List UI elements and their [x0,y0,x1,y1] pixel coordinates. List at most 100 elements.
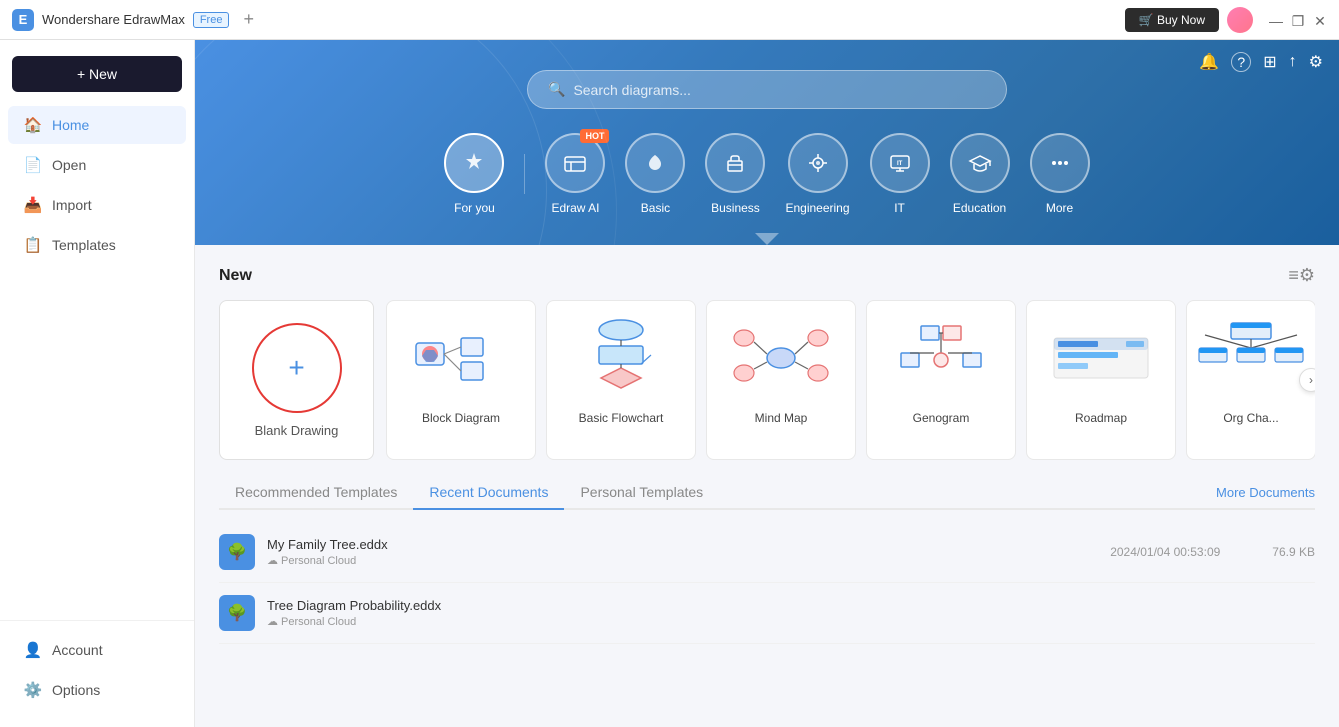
share-icon[interactable]: ↑ [1289,53,1297,71]
category-row: For you HOT Edraw AI [235,133,1299,215]
doc-location-family-tree: ☁ Personal Cloud [267,554,1098,567]
cloud-icon-2: ☁ [267,615,278,628]
block-diagram-label: Block Diagram [422,411,500,425]
title-bar: E Wondershare EdrawMax Free + 🛒 Buy Now … [0,0,1339,40]
template-card-mind-map[interactable]: Mind Map [706,300,856,460]
genogram-label: Genogram [913,411,970,425]
more-documents-link[interactable]: More Documents [1216,485,1315,500]
doc-name-tree-diagram: Tree Diagram Probability.eddx [267,598,1315,613]
help-icon[interactable]: ? [1231,52,1251,72]
category-edraw-ai[interactable]: HOT Edraw AI [545,133,605,215]
hero-banner: 🔔 ? ⊞ ↑ ⚙ 🔍 For you [195,40,1339,245]
category-for-you[interactable]: For you [444,133,504,215]
education-circle [950,133,1010,193]
tabs-row: Recommended Templates Recent Documents P… [219,476,1315,510]
sidebar: + New 🏠 Home 📄 Open 📥 Import 📋 Templates… [0,40,195,727]
it-circle: IT [870,133,930,193]
new-section-header: New ≡⚙ [219,265,1315,286]
tab-recommended[interactable]: Recommended Templates [219,476,413,508]
doc-item-tree-diagram[interactable]: 🌳 Tree Diagram Probability.eddx ☁ Person… [219,583,1315,644]
doc-list: 🌳 My Family Tree.eddx ☁ Personal Cloud 2… [219,522,1315,644]
search-icon: 🔍 [548,81,565,98]
close-button[interactable]: ✕ [1313,13,1327,27]
content-area: New ≡⚙ + Blank Drawing [195,245,1339,664]
templates-icon: 📋 [24,236,42,254]
new-button[interactable]: + New [12,56,182,92]
category-education[interactable]: Education [950,133,1010,215]
category-basic[interactable]: Basic [625,133,685,215]
home-icon: 🏠 [24,116,42,134]
sidebar-nav: 🏠 Home 📄 Open 📥 Import 📋 Templates [0,104,194,620]
genogram-thumb [881,313,1001,403]
engineering-label: Engineering [785,201,849,215]
hero-triangle [755,233,779,245]
tab-recent[interactable]: Recent Documents [413,476,564,510]
tab-personal[interactable]: Personal Templates [564,476,719,508]
block-diagram-thumb [401,313,521,403]
add-tab-button[interactable]: + [243,9,254,30]
blank-plus-icon: + [288,352,304,384]
doc-item-family-tree[interactable]: 🌳 My Family Tree.eddx ☁ Personal Cloud 2… [219,522,1315,583]
basic-flowchart-label: Basic Flowchart [579,411,664,425]
category-it[interactable]: IT IT [870,133,930,215]
sidebar-item-import[interactable]: 📥 Import [8,186,186,224]
category-divider [524,154,525,194]
doc-info-tree-diagram: Tree Diagram Probability.eddx ☁ Personal… [267,598,1315,628]
open-icon: 📄 [24,156,42,174]
import-icon: 📥 [24,196,42,214]
for-you-label: For you [454,201,495,215]
search-bar: 🔍 [527,70,1007,109]
category-business[interactable]: Business [705,133,765,215]
new-section-settings-icon[interactable]: ≡⚙ [1288,265,1315,286]
category-engineering[interactable]: Engineering [785,133,849,215]
roadmap-thumb [1041,313,1161,403]
category-more[interactable]: More [1030,133,1090,215]
free-badge: Free [193,12,230,28]
template-card-basic-flowchart[interactable]: Basic Flowchart [546,300,696,460]
sidebar-item-label-open: Open [52,157,86,173]
template-card-roadmap[interactable]: Roadmap [1026,300,1176,460]
sidebar-item-label-home: Home [52,117,89,133]
app-title: Wondershare EdrawMax [42,12,185,27]
sidebar-item-account[interactable]: 👤 Account [8,631,186,669]
search-input[interactable] [573,82,986,98]
sidebar-item-templates[interactable]: 📋 Templates [8,226,186,264]
template-card-genogram[interactable]: Genogram [866,300,1016,460]
engineering-circle [788,133,848,193]
template-card-org-chart[interactable]: Org Cha... [1186,300,1315,460]
sidebar-item-open[interactable]: 📄 Open [8,146,186,184]
header-icons: 🔔 ? ⊞ ↑ ⚙ [1199,52,1323,72]
for-you-circle [444,133,504,193]
template-card-block-diagram[interactable]: Block Diagram [386,300,536,460]
sidebar-item-home[interactable]: 🏠 Home [8,106,186,144]
settings-icon[interactable]: ⚙ [1309,52,1323,72]
blank-circle: + [252,323,342,413]
basic-label: Basic [641,201,670,215]
mind-map-label: Mind Map [755,411,808,425]
doc-size-family-tree: 76.9 KB [1272,545,1315,559]
user-avatar[interactable] [1227,7,1253,33]
basic-circle [625,133,685,193]
title-bar-left: E Wondershare EdrawMax Free + [12,9,254,31]
account-icon: 👤 [24,641,42,659]
bottom-section: Recommended Templates Recent Documents P… [219,476,1315,644]
sidebar-item-label-templates: Templates [52,237,116,253]
doc-icon-tree-diagram: 🌳 [219,595,255,631]
bell-icon[interactable]: 🔔 [1199,52,1219,72]
app-layout: + New 🏠 Home 📄 Open 📥 Import 📋 Templates… [0,40,1339,727]
sidebar-item-options[interactable]: ⚙️ Options [8,671,186,709]
minimize-button[interactable]: — [1269,13,1283,27]
it-label: IT [894,201,905,215]
business-circle [705,133,765,193]
org-chart-label: Org Cha... [1223,411,1278,425]
doc-name-family-tree: My Family Tree.eddx [267,537,1098,552]
education-label: Education [953,201,1006,215]
apps-icon[interactable]: ⊞ [1263,52,1276,72]
window-controls: — ❐ ✕ [1269,13,1327,27]
blank-drawing-card[interactable]: + Blank Drawing [219,300,374,460]
maximize-button[interactable]: ❐ [1291,13,1305,27]
app-logo: E [12,9,34,31]
buy-now-button[interactable]: 🛒 Buy Now [1125,8,1219,32]
mind-map-thumb [721,313,841,403]
new-cards-row: + Blank Drawing [219,300,1315,460]
